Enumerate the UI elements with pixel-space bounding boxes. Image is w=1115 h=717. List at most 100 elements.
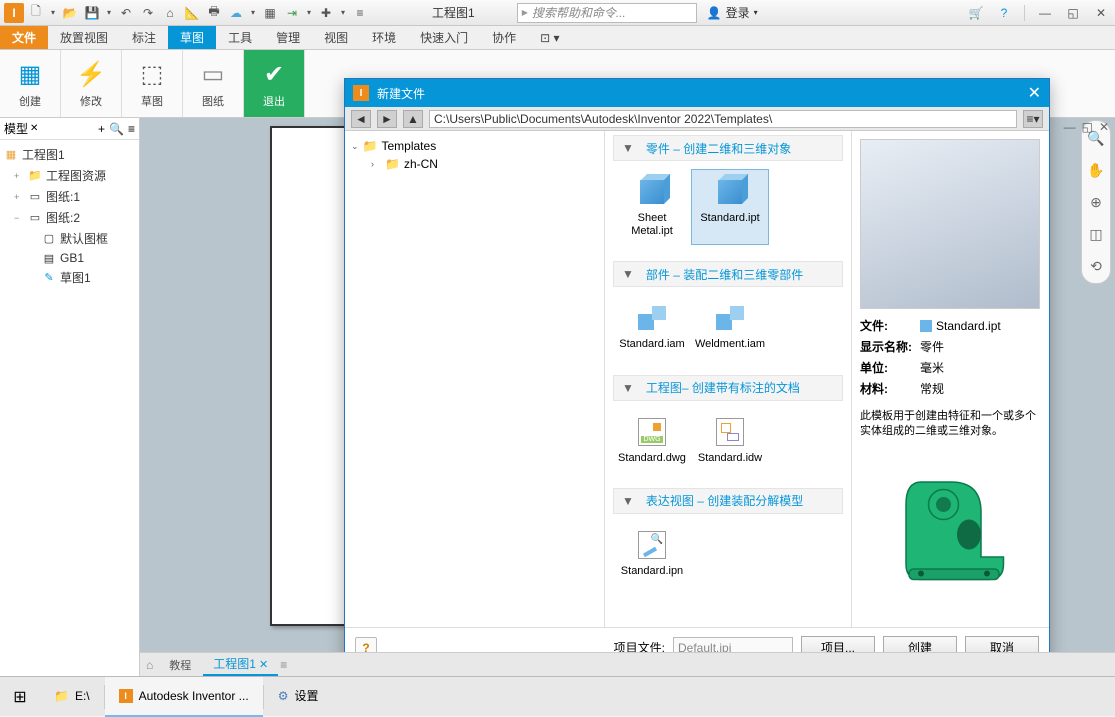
forward-icon[interactable]: ► xyxy=(377,110,397,128)
pan-icon[interactable]: ✋ xyxy=(1085,159,1107,181)
template-standard-idw[interactable]: Standard.idw xyxy=(691,409,769,472)
tree-item[interactable]: − ▭ 图纸:2 xyxy=(0,207,139,228)
tab-tutorial[interactable]: 教程 xyxy=(159,655,201,675)
print-icon[interactable]: 🖶 xyxy=(204,3,224,23)
tab-drawing1[interactable]: 工程图1 ✕ xyxy=(203,653,278,676)
cloud-icon[interactable]: ☁ xyxy=(226,3,246,23)
taskbar-settings[interactable]: ⚙ 设置 xyxy=(264,677,333,717)
menu-icon[interactable]: ≡ xyxy=(128,122,135,136)
close-icon[interactable]: ✕ xyxy=(1091,3,1111,23)
dropdown-icon[interactable]: ▾ xyxy=(104,3,114,23)
redo-icon[interactable]: ↷ xyxy=(138,3,158,23)
home-icon[interactable]: ⌂ xyxy=(160,3,180,23)
tab-manage[interactable]: 管理 xyxy=(264,26,312,49)
model-tab[interactable]: 模型 ✕ xyxy=(4,120,38,137)
expand-icon[interactable]: › xyxy=(371,159,381,169)
expand-icon[interactable]: + xyxy=(14,171,24,181)
home-icon[interactable]: ⌂ xyxy=(146,658,153,672)
part-icon xyxy=(920,320,932,332)
sketch-icon: ✎ xyxy=(42,271,56,285)
dialog-body: ⌄ 📁 Templates › 📁 zh-CN ▼ 零件 – 创建二维和三维对象 xyxy=(345,131,1049,627)
app-icon[interactable]: I xyxy=(4,3,24,23)
tree-item[interactable]: + ▭ 图纸:1 xyxy=(0,186,139,207)
template-sheetmetal[interactable]: Sheet Metal.ipt xyxy=(613,169,691,245)
ribbon-group-sheet[interactable]: ▭ 图纸 xyxy=(183,50,244,117)
collapse-icon[interactable]: ⌄ xyxy=(351,141,359,152)
tree-item[interactable]: + 📁 工程图资源 xyxy=(0,165,139,186)
minimize-icon[interactable]: — xyxy=(1035,3,1055,23)
folder-icon: 📁 xyxy=(54,689,69,703)
tree-item[interactable]: ✎ 草图1 xyxy=(0,267,139,288)
section-header[interactable]: ▼ 部件 – 装配二维和三维零部件 xyxy=(613,261,843,287)
new-icon[interactable]: 🗋 xyxy=(26,3,46,23)
tab-getstarted[interactable]: 快速入门 xyxy=(408,26,480,49)
open-icon[interactable]: 📂 xyxy=(60,3,80,23)
zoom-window-icon[interactable]: ◫ xyxy=(1085,223,1107,245)
start-button[interactable]: ⊞ xyxy=(0,677,40,717)
template-standard-ipn[interactable]: Standard.ipn xyxy=(613,522,691,585)
restore-icon[interactable]: ◱ xyxy=(1082,120,1093,134)
up-icon[interactable]: ▲ xyxy=(403,110,423,128)
orbit-icon[interactable]: ⟲ xyxy=(1085,255,1107,277)
back-icon[interactable]: ◄ xyxy=(351,110,371,128)
tab-collaborate[interactable]: 协作 xyxy=(480,26,528,49)
template-standard-iam[interactable]: Standard.iam xyxy=(613,295,691,358)
cart-icon[interactable]: 🛒 xyxy=(966,3,986,23)
search-input[interactable]: 搜索帮助和命令... xyxy=(517,3,697,23)
section-header[interactable]: ▼ 表达视图 – 创建装配分解模型 xyxy=(613,488,843,514)
document-title: 工程图1 xyxy=(432,4,475,21)
template-weldment-iam[interactable]: Weldment.iam xyxy=(691,295,769,358)
layers-icon[interactable]: ▦ xyxy=(260,3,280,23)
more-icon[interactable]: ≡ xyxy=(350,3,370,23)
zoom-extents-icon[interactable]: ⊕ xyxy=(1085,191,1107,213)
tree-root[interactable]: ▦ 工程图1 xyxy=(0,144,139,165)
dialog-title: 新建文件 xyxy=(377,85,425,102)
plus-icon[interactable]: ✚ xyxy=(316,3,336,23)
dropdown-icon[interactable]: ▾ xyxy=(48,3,58,23)
add-icon[interactable]: + xyxy=(98,122,105,136)
tree-item[interactable]: ▤ GB1 xyxy=(0,249,139,267)
tab-view[interactable]: 视图 xyxy=(312,26,360,49)
section-header[interactable]: ▼ 工程图– 创建带有标注的文档 xyxy=(613,375,843,401)
taskbar-inventor[interactable]: I Autodesk Inventor ... xyxy=(105,677,263,717)
undo-icon[interactable]: ↶ xyxy=(116,3,136,23)
search-icon[interactable]: 🔍 xyxy=(109,122,124,136)
tab-environment[interactable]: 环境 xyxy=(360,26,408,49)
export-icon[interactable]: ⇥ xyxy=(282,3,302,23)
minimize-icon[interactable]: — xyxy=(1064,120,1076,134)
dropdown-icon[interactable]: ▾ xyxy=(338,3,348,23)
templates-list: ▼ 零件 – 创建二维和三维对象 Sheet Metal.ipt Standar… xyxy=(605,131,851,627)
close-icon[interactable]: ✕ xyxy=(1028,83,1041,103)
path-input[interactable]: C:\Users\Public\Documents\Autodesk\Inven… xyxy=(429,110,1017,128)
folder-templates[interactable]: ⌄ 📁 Templates xyxy=(351,137,598,155)
ribbon-group-modify[interactable]: ⚡ 修改 xyxy=(61,50,122,117)
tab-annotate[interactable]: 标注 xyxy=(120,26,168,49)
tab-sketch[interactable]: 草图 xyxy=(168,26,216,49)
expand-icon[interactable]: + xyxy=(14,192,24,202)
taskbar-explorer[interactable]: 📁 E:\ xyxy=(40,677,104,717)
tab-tools[interactable]: 工具 xyxy=(216,26,264,49)
folder-zhcn[interactable]: › 📁 zh-CN xyxy=(351,155,598,173)
close-icon[interactable]: ✕ xyxy=(1099,120,1109,134)
ribbon-group-exit[interactable]: ✔ 退出 xyxy=(244,50,305,117)
preview-thumbnail xyxy=(860,139,1040,309)
tab-extra[interactable]: ⊡ ▾ xyxy=(528,26,571,49)
measure-icon[interactable]: 📐 xyxy=(182,3,202,23)
tab-file[interactable]: 文件 xyxy=(0,26,48,49)
help-icon[interactable]: ? xyxy=(994,3,1014,23)
dropdown-icon[interactable]: ▾ xyxy=(248,3,258,23)
tree-item[interactable]: ▢ 默认图框 xyxy=(0,228,139,249)
ribbon-group-create[interactable]: ▦ 创建 xyxy=(0,50,61,117)
tab-place-view[interactable]: 放置视图 xyxy=(48,26,120,49)
save-icon[interactable]: 💾 xyxy=(82,3,102,23)
login-button[interactable]: 👤 登录 ▾ xyxy=(707,4,758,21)
dropdown-icon[interactable]: ▾ xyxy=(304,3,314,23)
list-options-icon[interactable]: ≡▾ xyxy=(1023,110,1043,128)
collapse-icon[interactable]: − xyxy=(14,213,24,223)
template-standard-dwg[interactable]: DWG Standard.dwg xyxy=(613,409,691,472)
menu-icon[interactable]: ≡ xyxy=(280,658,287,672)
section-header[interactable]: ▼ 零件 – 创建二维和三维对象 xyxy=(613,135,843,161)
ribbon-group-sketch[interactable]: ⬚ 草图 xyxy=(122,50,183,117)
maximize-icon[interactable]: ◱ xyxy=(1063,3,1083,23)
template-standard-ipt[interactable]: Standard.ipt xyxy=(691,169,769,245)
